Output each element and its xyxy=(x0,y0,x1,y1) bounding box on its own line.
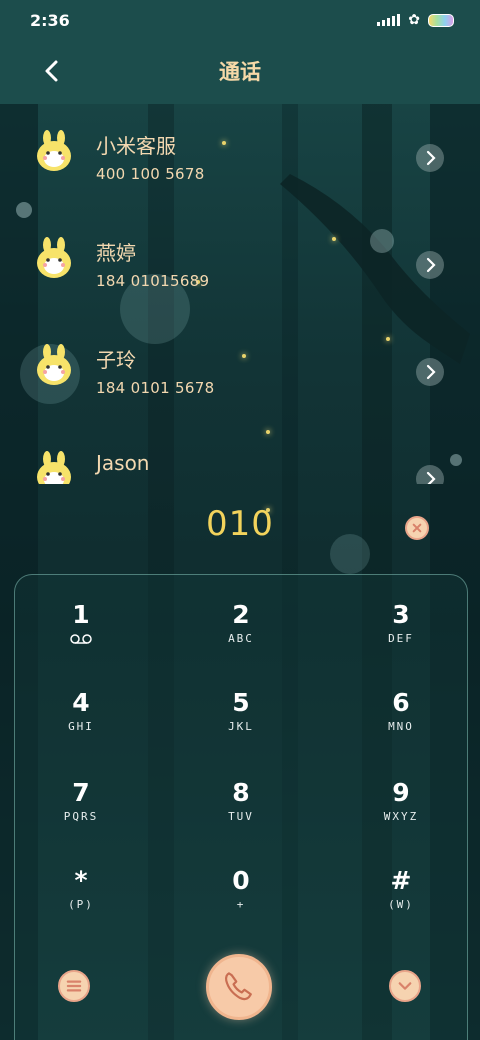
key-star[interactable]: * (P) xyxy=(21,867,141,947)
signal-icon xyxy=(377,14,401,26)
chevron-down-icon[interactable] xyxy=(389,970,421,1002)
clover-icon: ✿ xyxy=(408,12,420,28)
status-time: 2:36 xyxy=(30,11,70,30)
key-digit: # xyxy=(390,866,412,895)
key-digit: 7 xyxy=(72,778,90,807)
voicemail-icon xyxy=(70,634,92,644)
key-digit: 0 xyxy=(232,866,250,895)
contact-name: 小米客服 xyxy=(96,134,176,158)
key-digit: 3 xyxy=(392,600,410,629)
key-digit: 6 xyxy=(392,688,410,717)
key-letters: JKL xyxy=(228,720,254,733)
bunny-avatar xyxy=(37,451,71,484)
app-header: 通话 xyxy=(0,40,480,104)
key-letters: TUV xyxy=(228,810,254,823)
battery-icon xyxy=(428,13,454,27)
status-bar: 2:36 ✿ xyxy=(0,0,480,40)
key-digit: 2 xyxy=(232,600,250,629)
contact-item[interactable]: Jason xyxy=(0,425,480,484)
key-digit: 8 xyxy=(232,778,250,807)
contact-number: 184 01015689 xyxy=(96,272,210,290)
chevron-right-icon[interactable] xyxy=(416,144,444,172)
key-letters: ABC xyxy=(228,632,254,645)
key-letters: + xyxy=(236,898,246,911)
contact-number: 400 100 5678 xyxy=(96,165,205,183)
dial-display: 010 xyxy=(0,484,480,574)
clear-icon[interactable] xyxy=(405,516,429,540)
key-8[interactable]: 8 TUV xyxy=(181,779,301,859)
key-letters: GHI xyxy=(68,720,94,733)
status-icons: ✿ xyxy=(377,12,454,28)
chevron-right-icon[interactable] xyxy=(416,358,444,386)
key-letters: (W) xyxy=(388,898,414,911)
chevron-right-icon[interactable] xyxy=(416,465,444,484)
contact-name: 燕婷 xyxy=(96,241,136,265)
contact-item[interactable]: 小米客服 400 100 5678 xyxy=(0,104,480,211)
key-hash[interactable]: # (W) xyxy=(341,867,461,947)
bunny-avatar xyxy=(37,130,71,171)
key-2[interactable]: 2 ABC xyxy=(181,601,301,681)
key-9[interactable]: 9 WXYZ xyxy=(341,779,461,859)
key-letters: MNO xyxy=(388,720,414,733)
key-7[interactable]: 7 PQRS xyxy=(21,779,141,859)
key-4[interactable]: 4 GHI xyxy=(21,689,141,769)
key-digit: 5 xyxy=(232,688,250,717)
menu-icon[interactable] xyxy=(58,970,90,1002)
key-letters: PQRS xyxy=(63,810,99,823)
page-title: 通话 xyxy=(219,60,261,84)
key-3[interactable]: 3 DEF xyxy=(341,601,461,681)
chevron-right-icon[interactable] xyxy=(416,251,444,279)
contact-number: 184 0101 5678 xyxy=(96,379,215,397)
contact-name: Jason xyxy=(96,451,150,475)
contact-item[interactable]: 燕婷 184 01015689 xyxy=(0,211,480,318)
key-letters: WXYZ xyxy=(383,810,419,823)
key-letters: (P) xyxy=(68,898,94,911)
bunny-avatar xyxy=(37,237,71,278)
key-digit: 4 xyxy=(72,688,90,717)
phone-icon[interactable] xyxy=(206,954,272,1020)
key-6[interactable]: 6 MNO xyxy=(341,689,461,769)
key-5[interactable]: 5 JKL xyxy=(181,689,301,769)
contact-list[interactable]: 小米客服 400 100 5678 燕婷 184 01015689 子玲 184… xyxy=(0,104,480,484)
bunny-avatar xyxy=(37,344,71,385)
key-0[interactable]: 0 + xyxy=(181,867,301,947)
key-digit: 9 xyxy=(392,778,410,807)
contact-item[interactable]: 子玲 184 0101 5678 xyxy=(0,318,480,425)
key-digit: * xyxy=(74,866,88,895)
key-letters: DEF xyxy=(388,632,414,645)
key-digit: 1 xyxy=(72,600,90,629)
contact-name: 子玲 xyxy=(96,348,136,372)
key-1[interactable]: 1 xyxy=(21,601,141,681)
